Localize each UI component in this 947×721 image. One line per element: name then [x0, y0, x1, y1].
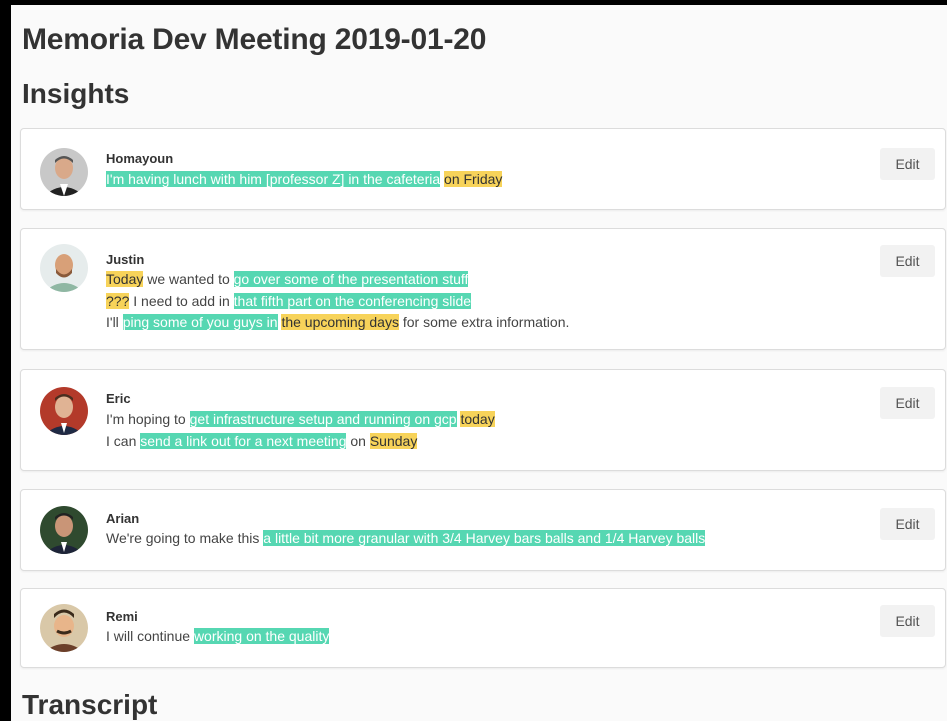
insight-text: Today we wanted to go over some of the p… — [106, 269, 569, 334]
entity-highlight: working on the quality — [193, 628, 330, 644]
avatar-remi — [40, 604, 88, 652]
avatar-justin — [40, 244, 88, 292]
insight-card-homayoun: Homayoun I'm having lunch with him [prof… — [20, 128, 946, 210]
insight-line: I'll ping some of you guys in the upcomi… — [106, 312, 569, 334]
time-highlight: today — [460, 411, 495, 427]
time-highlight: the upcoming days — [281, 314, 399, 330]
avatar-arian — [40, 506, 88, 554]
meeting-page: Memoria Dev Meeting 2019-01-20 Insights … — [11, 5, 947, 721]
insight-line: I'm having lunch with him [professor Z] … — [106, 169, 503, 191]
plain-text: I'm hoping to — [106, 411, 190, 427]
transcript-heading: Transcript — [22, 689, 158, 720]
edit-button[interactable]: Edit — [880, 508, 935, 540]
plain-text: on — [346, 432, 370, 449]
edit-button[interactable]: Edit — [880, 148, 935, 180]
speaker-name: Arian — [106, 511, 140, 526]
insight-text: I'm hoping to get infrastructure setup a… — [106, 409, 495, 452]
time-highlight: Sunday — [369, 432, 418, 449]
entity-highlight: that fifth part on the conferencing slid… — [233, 292, 472, 309]
plain-text: I can — [106, 432, 141, 449]
entity-highlight: get infrastructure setup and running on … — [189, 411, 457, 427]
plain-text: We're going to make this — [106, 530, 264, 546]
insight-line: Today we wanted to go over some of the p… — [106, 269, 569, 291]
time-highlight: ??? — [106, 292, 130, 309]
entity-highlight: I'm having lunch with him [professor Z] … — [106, 171, 441, 187]
insight-line: ??? I need to add in that fifth part on … — [106, 291, 569, 313]
insight-text: We're going to make this a little bit mo… — [106, 528, 706, 550]
insight-line: I can send a link out for a next meeting… — [106, 431, 495, 453]
insight-line: We're going to make this a little bit mo… — [106, 528, 706, 550]
insight-card-remi: Remi I will continue working on the qual… — [20, 588, 946, 668]
entity-highlight: send a link out for a next meeting — [140, 432, 347, 449]
time-highlight: on Friday — [444, 171, 503, 187]
page-title: Memoria Dev Meeting 2019-01-20 — [22, 23, 487, 56]
speaker-name: Homayoun — [106, 151, 174, 166]
insight-card-justin: Justin Today we wanted to go over some o… — [20, 228, 946, 350]
plain-text: I'll — [106, 314, 123, 330]
time-highlight: Today — [106, 271, 144, 287]
speaker-name: Remi — [106, 609, 138, 624]
entity-highlight: ping some of you guys in — [122, 314, 278, 330]
plain-text: for some extra information. — [398, 314, 570, 330]
insight-line: I'm hoping to get infrastructure setup a… — [106, 409, 495, 431]
insight-text: I will continue working on the quality — [106, 626, 330, 648]
insight-card-eric: Eric I'm hoping to get infrastructure se… — [20, 369, 946, 471]
edit-button[interactable]: Edit — [880, 387, 935, 419]
insights-heading: Insights — [22, 78, 130, 109]
entity-highlight: a little bit more granular with 3/4 Harv… — [263, 530, 706, 546]
speaker-name: Justin — [106, 252, 145, 267]
avatar-homayoun — [40, 148, 88, 196]
edit-button[interactable]: Edit — [880, 605, 935, 637]
avatar-eric — [40, 387, 88, 435]
plain-text: I need to add in — [129, 292, 234, 309]
entity-highlight: go over some of the presentation stuff — [233, 271, 469, 287]
plain-text: we wanted to — [143, 271, 234, 287]
speaker-name: Eric — [106, 391, 131, 406]
insight-text: I'm having lunch with him [professor Z] … — [106, 169, 503, 191]
plain-text: I will continue — [106, 628, 194, 644]
edit-button[interactable]: Edit — [880, 245, 935, 277]
insight-line: I will continue working on the quality — [106, 626, 330, 648]
insight-card-arian: Arian We're going to make this a little … — [20, 489, 946, 571]
